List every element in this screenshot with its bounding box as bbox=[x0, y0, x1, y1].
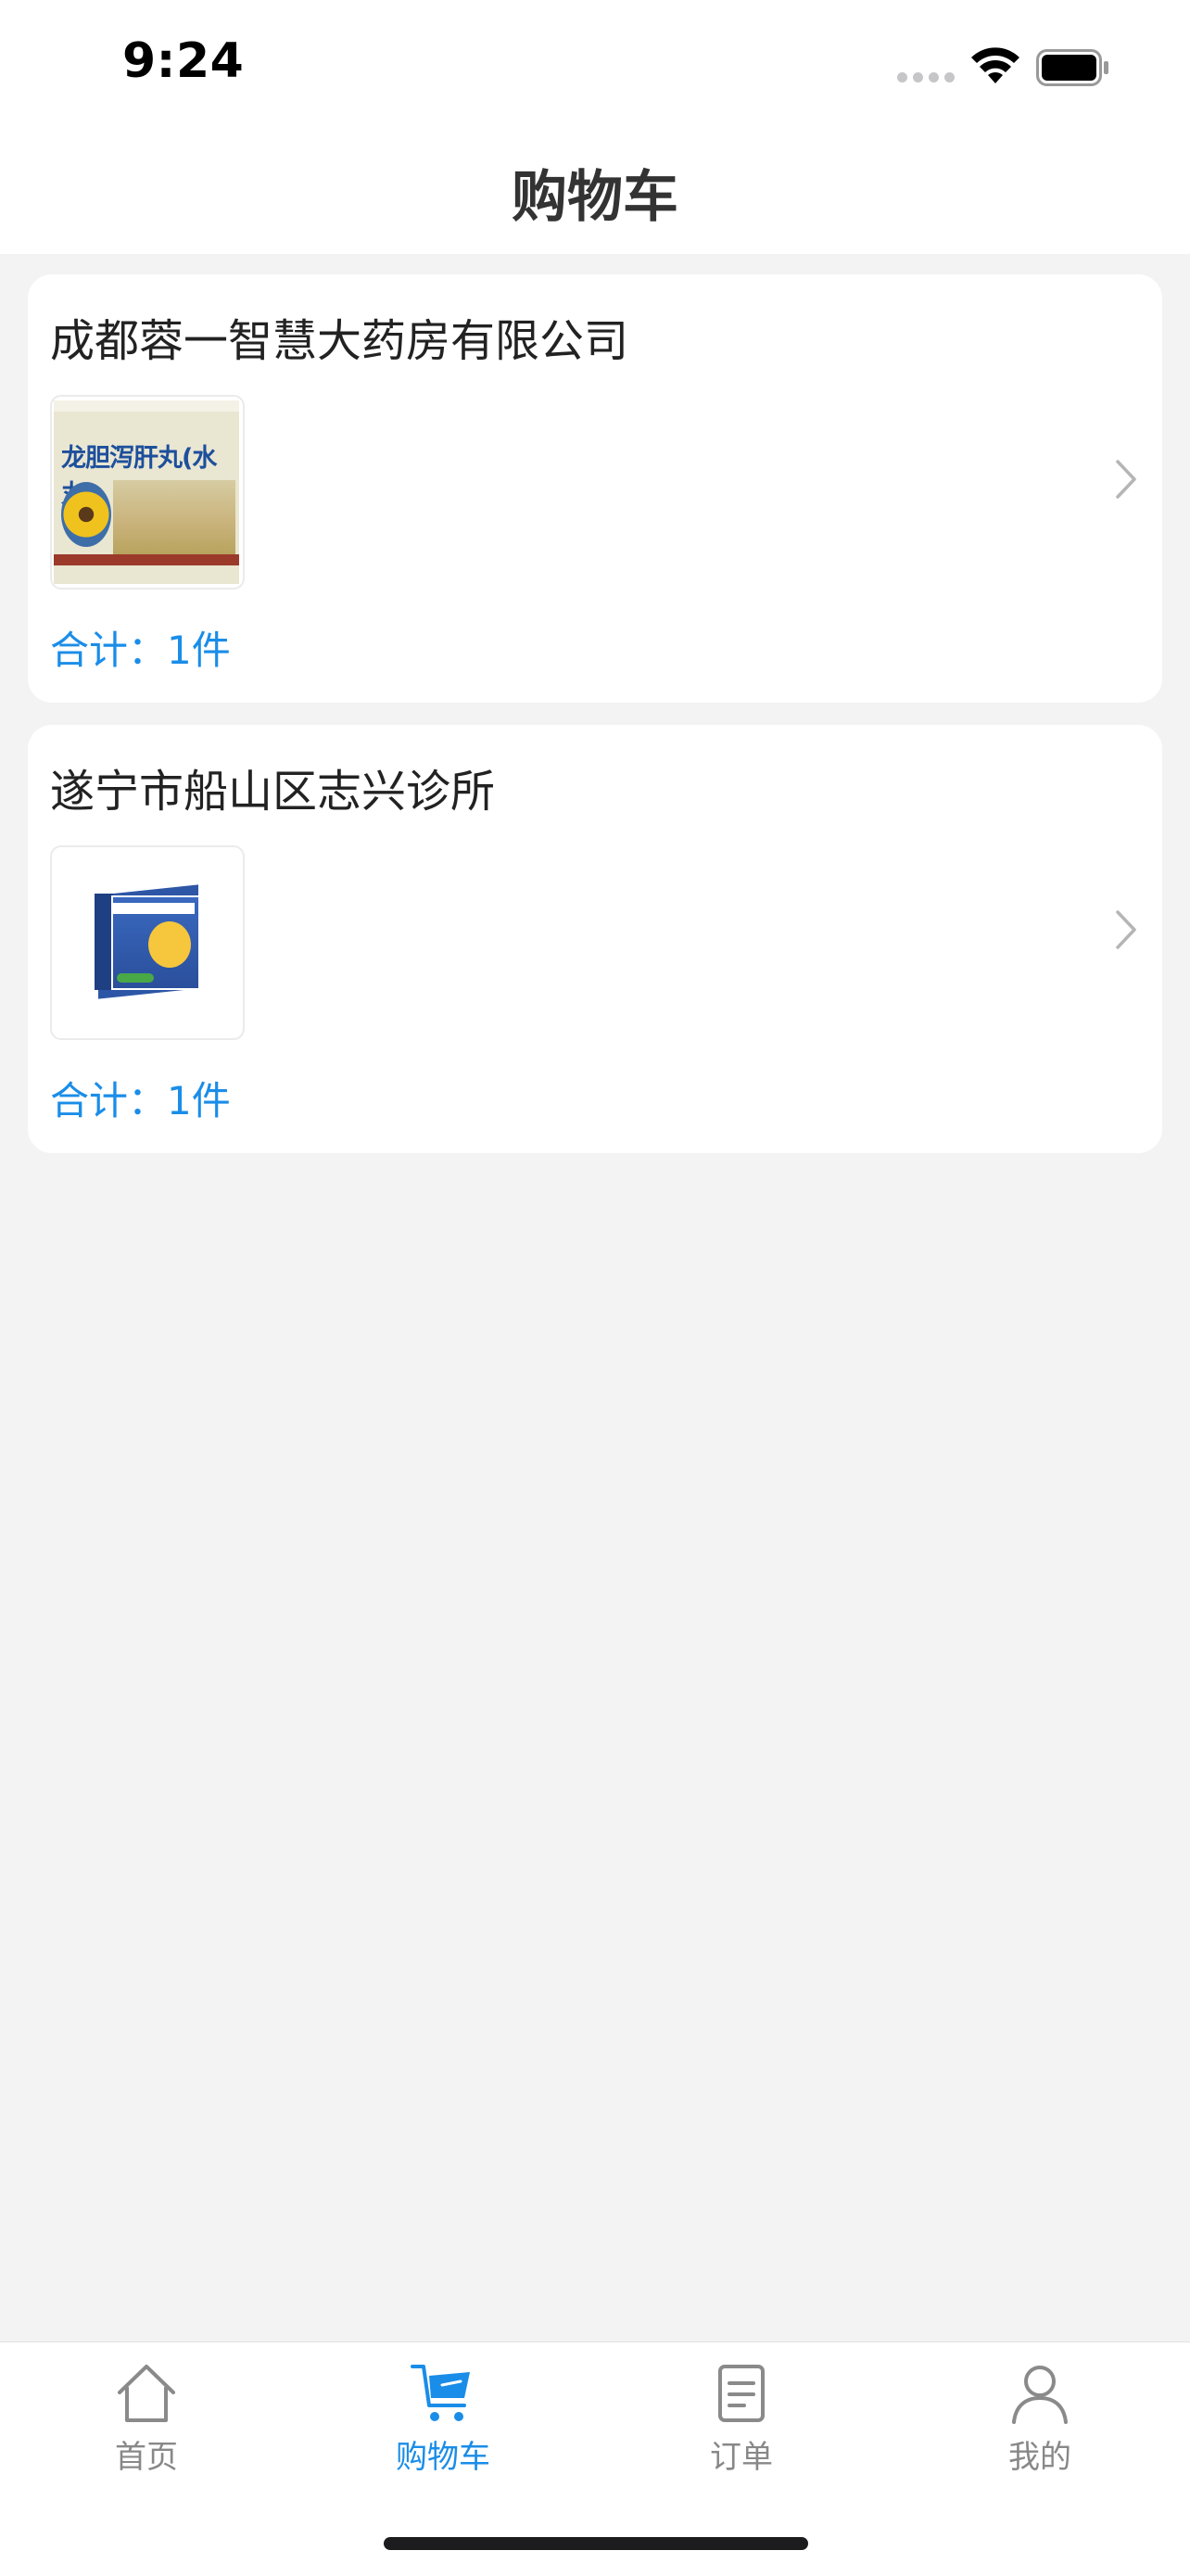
status-bar: 9:24 bbox=[0, 0, 1190, 130]
tab-orders[interactable]: 订单 bbox=[649, 2361, 834, 2500]
home-icon bbox=[118, 2365, 175, 2422]
item-total: 合计：1件 bbox=[50, 1078, 231, 1123]
product-thumbnail[interactable]: 龙胆泻肝丸(水丸) bbox=[50, 395, 245, 590]
page-title: 购物车 bbox=[512, 165, 678, 230]
tab-label: 首页 bbox=[115, 2439, 178, 2476]
tab-mine[interactable]: 我的 bbox=[947, 2361, 1133, 2500]
order-list-icon bbox=[718, 2365, 765, 2422]
tab-label: 我的 bbox=[1008, 2439, 1071, 2476]
cart-icon bbox=[411, 2365, 470, 2421]
cart-store-card[interactable]: 遂宁市船山区志兴诊所 合计：1件 bbox=[28, 725, 1162, 1153]
sunflower-graphic bbox=[61, 482, 111, 547]
user-icon bbox=[1012, 2366, 1068, 2424]
product-thumbnail[interactable] bbox=[50, 845, 245, 1040]
store-name: 成都蓉一智慧大药房有限公司 bbox=[50, 315, 629, 367]
battery-icon bbox=[1036, 49, 1108, 86]
tab-label: 订单 bbox=[710, 2439, 773, 2476]
chevron-right-icon bbox=[1116, 910, 1136, 949]
store-name: 遂宁市船山区志兴诊所 bbox=[50, 766, 496, 818]
tab-home[interactable]: 首页 bbox=[54, 2361, 239, 2500]
cartoon-child-graphic bbox=[148, 921, 191, 968]
cellular-signal-icon bbox=[897, 72, 955, 83]
home-indicator[interactable] bbox=[384, 2537, 808, 2550]
tab-cart[interactable]: 购物车 bbox=[350, 2361, 536, 2500]
item-total: 合计：1件 bbox=[50, 628, 231, 673]
chevron-right-icon bbox=[1116, 460, 1136, 499]
nav-header: 购物车 bbox=[0, 130, 1190, 254]
status-time: 9:24 bbox=[122, 33, 245, 89]
cart-store-card[interactable]: 成都蓉一智慧大药房有限公司 龙胆泻肝丸(水丸) 合计：1件 bbox=[28, 274, 1162, 703]
tab-label: 购物车 bbox=[396, 2439, 490, 2476]
wifi-icon bbox=[971, 47, 1019, 83]
